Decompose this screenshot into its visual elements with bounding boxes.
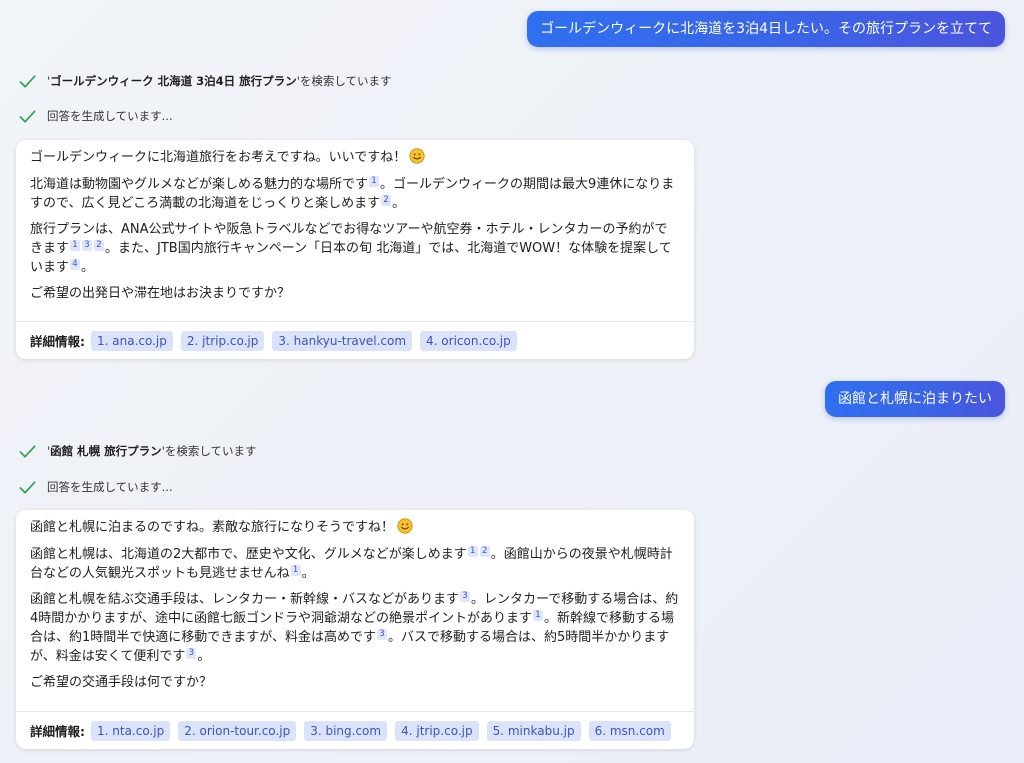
response-card-2: 函館と札幌に泊まるのですね。素敵な旅行になりそうですね！ 函館と札幌は、北海道の… xyxy=(16,510,694,749)
user-message-1: ゴールデンウィークに北海道を3泊4日したい。その旅行プランを立てて xyxy=(527,11,1005,47)
response-paragraph: ご希望の出発日や滞在地はお決まりですか？ xyxy=(30,286,291,301)
check-icon xyxy=(19,109,36,123)
more-info-label: 詳細情報: xyxy=(30,334,85,349)
smile-emoji-icon xyxy=(409,148,425,164)
response-card-1: ゴールデンウィークに北海道旅行をお考えですね。いいですね！ 北海道は動物園やグル… xyxy=(16,140,694,359)
search-suffix: を検索しています xyxy=(164,444,257,458)
search-status-2: ' 函館 札幌 旅行プラン ' を検索しています xyxy=(18,441,257,461)
check-icon xyxy=(19,444,36,458)
citation-marker[interactable]: 4 xyxy=(70,259,81,270)
response-paragraph: 北海道は動物園やグルメなどが楽しめる魅力的な場所です 1 。ゴールデンウィークの期間… xyxy=(30,176,675,211)
source-link[interactable]: 6. msn.com xyxy=(588,720,671,741)
check-icon xyxy=(19,480,36,494)
citation-marker[interactable]: 1 xyxy=(70,240,81,251)
generating-status-1: 回答を生成しています... xyxy=(18,106,173,126)
source-link[interactable]: 3. hankyu-travel.com xyxy=(272,330,413,351)
citation-marker[interactable]: 3 xyxy=(460,591,471,602)
generating-status-2: 回答を生成しています... xyxy=(18,477,173,497)
check-icon xyxy=(19,74,36,88)
generating-text: 回答を生成しています... xyxy=(47,109,173,123)
search-query: ゴールデンウィーク 北海道 3泊4日 旅行プラン xyxy=(50,74,297,88)
response-paragraph: 函館と札幌は、北海道の2大都市で、歴史や文化、グルメなどが楽しめます 1 2 。函館山… xyxy=(30,546,673,581)
response-paragraph: ゴールデンウィークに北海道旅行をお考えですね。いいですね！ xyxy=(30,148,680,167)
generating-text: 回答を生成しています... xyxy=(47,480,173,494)
response-paragraph: 旅行プランは、ANA公式サイトや阪急トラベルなどでお得なツアーや航空券・ホテル・… xyxy=(30,222,672,275)
smile-emoji-icon xyxy=(397,518,413,534)
search-query: 函館 札幌 旅行プラン xyxy=(50,444,162,458)
response-paragraph: 函館と札幌に泊まるのですね。素敵な旅行になりそうですね！ xyxy=(30,518,680,537)
source-link[interactable]: 3. bing.com xyxy=(304,720,388,741)
source-link[interactable]: 2. jtrip.co.jp xyxy=(180,330,265,351)
citation-marker[interactable]: 1 xyxy=(369,176,380,187)
citation-marker[interactable]: 3 xyxy=(82,240,93,251)
citation-marker[interactable]: 3 xyxy=(377,629,388,640)
source-link[interactable]: 5. minkabu.jp xyxy=(486,720,581,741)
citation-marker[interactable]: 2 xyxy=(94,240,105,251)
citation-marker[interactable]: 1 xyxy=(533,610,544,621)
source-link[interactable]: 1. ana.co.jp xyxy=(91,330,173,351)
citation-marker[interactable]: 2 xyxy=(479,546,490,557)
sources-footer: 詳細情報: 1. ana.co.jp 2. jtrip.co.jp 3. han… xyxy=(16,321,694,359)
response-paragraph: ご希望の交通手段は何ですか？ xyxy=(30,675,213,690)
source-link[interactable]: 2. orion-tour.co.jp xyxy=(178,720,297,741)
more-info-label: 詳細情報: xyxy=(30,724,85,739)
sources-footer: 詳細情報: 1. nta.co.jp 2. orion-tour.co.jp 3… xyxy=(16,711,694,749)
search-status-1: ' ゴールデンウィーク 北海道 3泊4日 旅行プラン ' を検索しています xyxy=(18,71,392,91)
response-paragraph: 函館と札幌を結ぶ交通手段は、レンタカー・新幹線・バスなどがあります 3 。レンタカー… xyxy=(30,591,679,664)
citation-marker[interactable]: 2 xyxy=(381,195,392,206)
search-suffix: を検索しています xyxy=(299,74,392,88)
user-message-2: 函館と札幌に泊まりたい xyxy=(825,381,1005,417)
source-link[interactable]: 1. nta.co.jp xyxy=(91,720,171,741)
citation-marker[interactable]: 3 xyxy=(186,648,197,659)
citation-marker[interactable]: 1 xyxy=(467,546,478,557)
citation-marker[interactable]: 1 xyxy=(290,565,301,576)
source-link[interactable]: 4. jtrip.co.jp xyxy=(395,720,479,741)
source-link[interactable]: 4. oricon.co.jp xyxy=(420,330,517,351)
